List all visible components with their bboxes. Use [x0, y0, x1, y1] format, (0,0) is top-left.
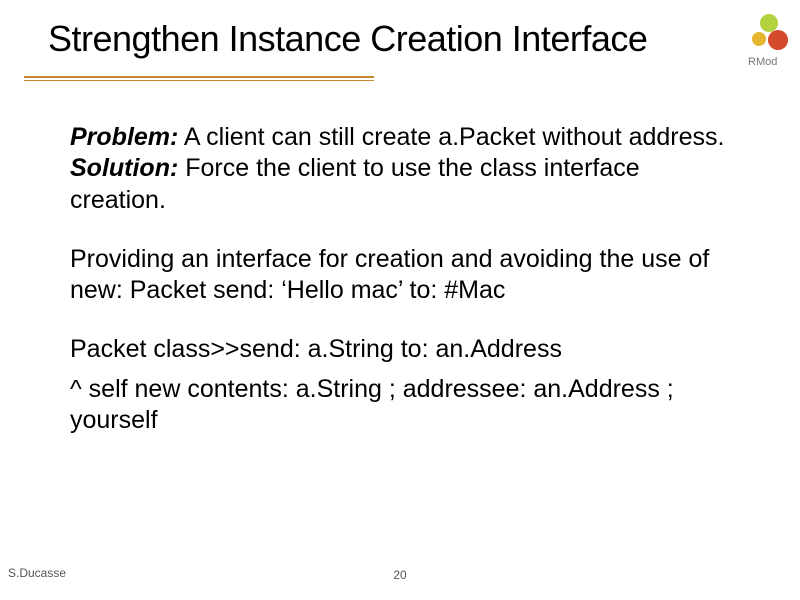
- slide-body: Problem: A client can still create a.Pac…: [70, 122, 740, 464]
- slide-title-block: Strengthen Instance Creation Interface: [48, 18, 760, 60]
- title-underline: [24, 76, 374, 78]
- solution-label: Solution:: [70, 154, 178, 182]
- problem-solution-para: Problem: A client can still create a.Pac…: [70, 122, 740, 216]
- page-number: 20: [393, 568, 406, 582]
- method-body: ^ self new contents: a.String ; addresse…: [70, 374, 740, 437]
- author-label: S.Ducasse: [8, 566, 66, 580]
- slide-title: Strengthen Instance Creation Interface: [48, 18, 760, 60]
- explanation-para: Providing an interface for creation and …: [70, 244, 740, 307]
- problem-label: Problem:: [70, 123, 178, 151]
- title-underline-thin: [24, 80, 374, 81]
- logo-dot-red: [768, 30, 788, 50]
- problem-text: A client can still create a.Packet witho…: [178, 123, 724, 151]
- method-signature: Packet class>>send: a.String to: an.Addr…: [70, 334, 740, 365]
